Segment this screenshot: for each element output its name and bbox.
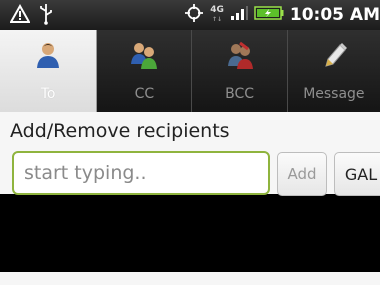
gal-button[interactable]: GAL — [334, 152, 380, 196]
recipients-panel: Add/Remove recipients Add GAL — [0, 112, 380, 196]
tab-cc-label: CC — [134, 86, 155, 102]
recipient-list — [0, 202, 380, 272]
person-icon — [32, 40, 64, 70]
status-bar: 4G ↑↓ 10:05 AM — [0, 0, 380, 30]
tab-message-label: Message — [303, 86, 365, 102]
bottom-strip — [0, 272, 380, 285]
tab-to[interactable]: To — [0, 30, 98, 112]
usb-icon — [38, 3, 54, 29]
signal-icon — [230, 5, 248, 25]
tab-cc[interactable]: CC — [97, 30, 193, 112]
pencil-icon — [318, 40, 350, 70]
recipient-search-input[interactable] — [12, 151, 270, 195]
network-type: 4G ↑↓ — [210, 5, 224, 24]
tab-bcc[interactable]: BCC — [192, 30, 288, 112]
tab-message[interactable]: Message — [287, 30, 380, 112]
battery-icon — [254, 5, 284, 25]
recipient-tabs: To CC BCC Message — [0, 30, 380, 112]
tab-to-label: To — [40, 86, 56, 102]
add-button[interactable]: Add — [277, 152, 327, 196]
hidden-people-icon — [224, 40, 256, 70]
people-icon — [128, 40, 160, 70]
gps-icon — [184, 3, 204, 27]
tab-bcc-label: BCC — [225, 86, 255, 102]
clock: 10:05 AM — [289, 5, 380, 25]
warning-icon — [9, 3, 31, 28]
page-title: Add/Remove recipients — [10, 120, 230, 142]
